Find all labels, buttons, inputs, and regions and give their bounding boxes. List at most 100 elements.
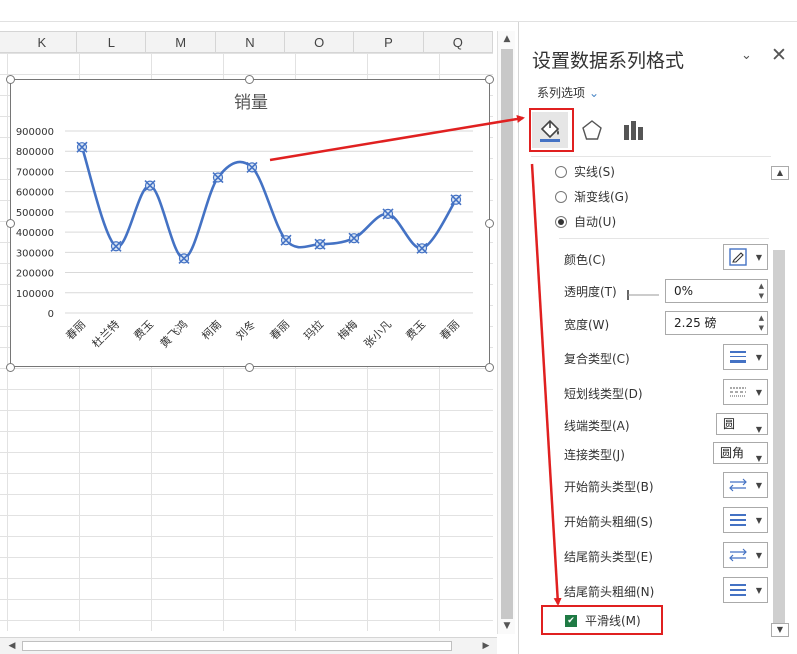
radio-button[interactable] bbox=[555, 190, 567, 203]
column-header-p[interactable]: P bbox=[354, 32, 424, 52]
caret-down-icon: ▼ bbox=[755, 551, 762, 560]
divider bbox=[559, 238, 769, 239]
data-point-marker bbox=[212, 171, 224, 184]
resize-handle[interactable] bbox=[6, 75, 15, 84]
transparency-value: 0% bbox=[674, 284, 694, 298]
series-options-tab[interactable] bbox=[615, 112, 651, 148]
chart-plot: 销量 900000 800000 700000 600000 500000 400000 3… bbox=[16, 93, 473, 350]
radio-button[interactable] bbox=[555, 215, 567, 228]
column-header-k[interactable]: K bbox=[0, 32, 78, 52]
bar-chart-icon bbox=[624, 121, 643, 140]
radio-button[interactable] bbox=[555, 165, 567, 178]
scroll-thumb[interactable] bbox=[22, 641, 452, 651]
radio-gradient-line[interactable]: 渐变线(G) bbox=[555, 188, 629, 205]
data-point-marker bbox=[348, 232, 360, 244]
scroll-thumb[interactable] bbox=[773, 250, 785, 624]
color-picker-button[interactable]: ▼ bbox=[723, 244, 768, 270]
caret-down-icon: ▼ bbox=[755, 481, 762, 490]
dash-type-button[interactable]: ▼ bbox=[723, 379, 768, 405]
resize-handle[interactable] bbox=[245, 75, 254, 84]
scroll-up-arrow[interactable]: ▲ bbox=[498, 31, 516, 47]
column-header-n[interactable]: N bbox=[216, 32, 286, 52]
caret-down-icon: ▼ bbox=[755, 516, 762, 525]
radio-label: 实线(S) bbox=[574, 165, 615, 179]
scroll-down-arrow[interactable]: ▼ bbox=[498, 618, 516, 634]
y-tick-label: 900000 bbox=[16, 127, 54, 138]
scroll-thumb[interactable] bbox=[501, 49, 513, 619]
series-options-label: 系列选项 bbox=[537, 86, 586, 100]
column-header-l[interactable]: L bbox=[77, 32, 147, 52]
chevron-down-icon[interactable]: ⌄ bbox=[741, 48, 752, 63]
scroll-up-arrow[interactable]: ▲ bbox=[771, 166, 789, 180]
column-header-q[interactable]: Q bbox=[424, 32, 493, 52]
format-data-series-pane: 设置数据系列格式 ⌄ ✕ 系列选项 ⌄ ▲ ▼ 实线(S) 渐变线(G) 自动(U… bbox=[518, 22, 797, 654]
cap-type-label: 线端类型(A) bbox=[564, 419, 630, 433]
data-point-marker bbox=[382, 208, 394, 220]
x-tick-label: 柯南 bbox=[199, 318, 224, 343]
caret-down-icon: ▼ bbox=[755, 388, 762, 397]
data-point-marker bbox=[178, 252, 190, 264]
resize-handle[interactable] bbox=[485, 219, 494, 228]
resize-handle[interactable] bbox=[6, 219, 15, 228]
arrow-type-icon bbox=[729, 478, 747, 492]
color-label: 颜色(C) bbox=[564, 253, 606, 267]
y-tick-label: 600000 bbox=[16, 188, 54, 199]
caret-down-icon: ▼ bbox=[755, 454, 762, 463]
radio-label: 自动(U) bbox=[574, 215, 617, 229]
y-tick-label: 200000 bbox=[16, 269, 54, 280]
resize-handle[interactable] bbox=[485, 363, 494, 372]
sheet-vertical-scrollbar[interactable]: ▲ ▼ bbox=[497, 31, 515, 634]
close-icon[interactable]: ✕ bbox=[771, 44, 787, 66]
chart-title[interactable]: 销量 bbox=[234, 93, 268, 113]
radio-solid-line[interactable]: 实线(S) bbox=[555, 163, 615, 180]
series-line bbox=[80, 146, 458, 260]
x-tick-label: 春丽 bbox=[267, 318, 292, 343]
column-header-m[interactable]: M bbox=[146, 32, 216, 52]
scroll-left-arrow[interactable]: ◀ bbox=[4, 638, 20, 654]
begin-arrow-size-button[interactable]: ▼ bbox=[723, 507, 768, 533]
resize-handle[interactable] bbox=[6, 363, 15, 372]
divider bbox=[531, 156, 771, 157]
y-tick-label: 800000 bbox=[16, 147, 54, 158]
y-tick-label: 500000 bbox=[16, 208, 54, 219]
arrow-size-icon bbox=[730, 584, 746, 596]
caret-down-icon: ▼ bbox=[755, 253, 762, 262]
join-type-select[interactable]: 圆角 ▼ bbox=[713, 442, 768, 464]
end-arrow-type-label: 结尾箭头类型(E) bbox=[564, 550, 653, 564]
sheet-horizontal-scrollbar[interactable]: ◀ ▶ bbox=[0, 637, 497, 654]
end-arrow-type-button[interactable]: ▼ bbox=[723, 542, 768, 568]
pane-scrollbar[interactable]: ▲ ▼ bbox=[771, 166, 789, 638]
transparency-input[interactable]: 0% ▲ ▼ bbox=[665, 279, 768, 303]
column-header-o[interactable]: O bbox=[285, 32, 355, 52]
transparency-label: 透明度(T) bbox=[564, 285, 617, 299]
cap-type-select[interactable]: 圆 ▼ bbox=[716, 413, 768, 435]
scroll-right-arrow[interactable]: ▶ bbox=[478, 638, 494, 654]
cap-type-value: 圆 bbox=[723, 417, 736, 431]
width-input[interactable]: 2.25 磅 ▲ ▼ bbox=[665, 311, 768, 335]
line-chart[interactable]: 销量 900000 800000 700000 600000 500000 400000 3… bbox=[10, 79, 490, 367]
join-type-value: 圆角 bbox=[720, 446, 745, 460]
radio-label: 渐变线(G) bbox=[574, 190, 629, 204]
pen-color-icon bbox=[729, 248, 747, 266]
arrow-type-icon bbox=[729, 548, 747, 562]
data-point-marker bbox=[110, 240, 122, 252]
spin-arrows-icon[interactable]: ▲ ▼ bbox=[759, 313, 764, 333]
scroll-down-arrow[interactable]: ▼ bbox=[771, 623, 789, 637]
resize-handle[interactable] bbox=[485, 75, 494, 84]
y-tick-label: 0 bbox=[48, 309, 54, 320]
resize-handle[interactable] bbox=[245, 363, 254, 372]
radio-automatic[interactable]: 自动(U) bbox=[555, 213, 616, 230]
end-arrow-size-button[interactable]: ▼ bbox=[723, 577, 768, 603]
effects-tab[interactable] bbox=[574, 112, 610, 148]
compound-lines-icon bbox=[730, 351, 746, 363]
x-tick-label: 费玉 bbox=[403, 318, 428, 343]
y-tick-label: 300000 bbox=[16, 248, 54, 259]
annotation-box bbox=[541, 605, 663, 635]
compound-type-button[interactable]: ▼ bbox=[723, 344, 768, 370]
compound-type-label: 复合类型(C) bbox=[564, 352, 630, 366]
y-tick-label: 700000 bbox=[16, 167, 54, 178]
spin-arrows-icon[interactable]: ▲ ▼ bbox=[759, 281, 764, 301]
begin-arrow-type-button[interactable]: ▼ bbox=[723, 472, 768, 498]
transparency-slider[interactable] bbox=[627, 290, 659, 300]
series-options-dropdown[interactable]: 系列选项 ⌄ bbox=[537, 84, 599, 101]
